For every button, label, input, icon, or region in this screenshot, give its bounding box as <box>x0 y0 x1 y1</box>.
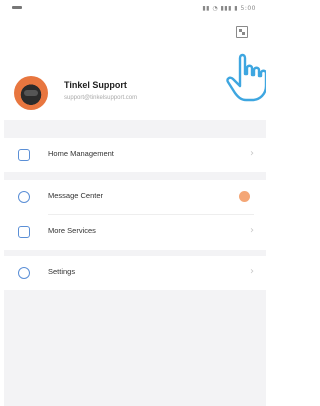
qr-code-icon[interactable] <box>236 26 248 38</box>
profile-name: Tinkel Support <box>64 80 127 90</box>
menu-label-settings: Settings <box>48 267 76 276</box>
menu-group-settings: Settings › <box>4 256 266 290</box>
chevron-right-icon: › <box>250 225 254 236</box>
menu-item-home-management[interactable]: Home Management › <box>4 138 266 172</box>
pointing-hand-icon <box>226 53 266 102</box>
chevron-right-icon: › <box>250 266 254 277</box>
chevron-right-icon: › <box>250 148 254 159</box>
menu-label-message-center: Message Center <box>48 191 104 200</box>
notification-badge <box>239 191 250 202</box>
status-icons: ▮▮ ◔ ▮▮▮ ▮ 5:00 <box>202 5 256 12</box>
menu-label-more-services: More Services <box>48 226 96 235</box>
home-icon <box>18 149 30 161</box>
status-indicator <box>12 6 22 9</box>
menu-item-settings[interactable]: Settings › <box>4 256 266 290</box>
status-bar: ▮▮ ◔ ▮▮▮ ▮ 5:00 <box>4 0 266 20</box>
settings-icon <box>18 267 30 279</box>
message-icon <box>18 191 30 203</box>
menu-label-home-management: Home Management <box>48 149 114 158</box>
menu-group-home: Home Management › <box>4 138 266 172</box>
app-screen: ▮▮ ◔ ▮▮▮ ▮ 5:00 Tinkel Support support@t… <box>4 0 266 406</box>
services-icon <box>18 226 30 238</box>
menu-group-messages: Message Center More Services › <box>4 180 266 250</box>
avatar[interactable] <box>14 76 48 110</box>
profile-subtitle: support@tinkelsupport.com <box>64 95 138 101</box>
menu-item-message-center[interactable]: Message Center <box>4 180 266 215</box>
user-profile[interactable]: Tinkel Support support@tinkelsupport.com <box>14 74 224 110</box>
menu-item-more-services[interactable]: More Services › <box>4 215 266 249</box>
